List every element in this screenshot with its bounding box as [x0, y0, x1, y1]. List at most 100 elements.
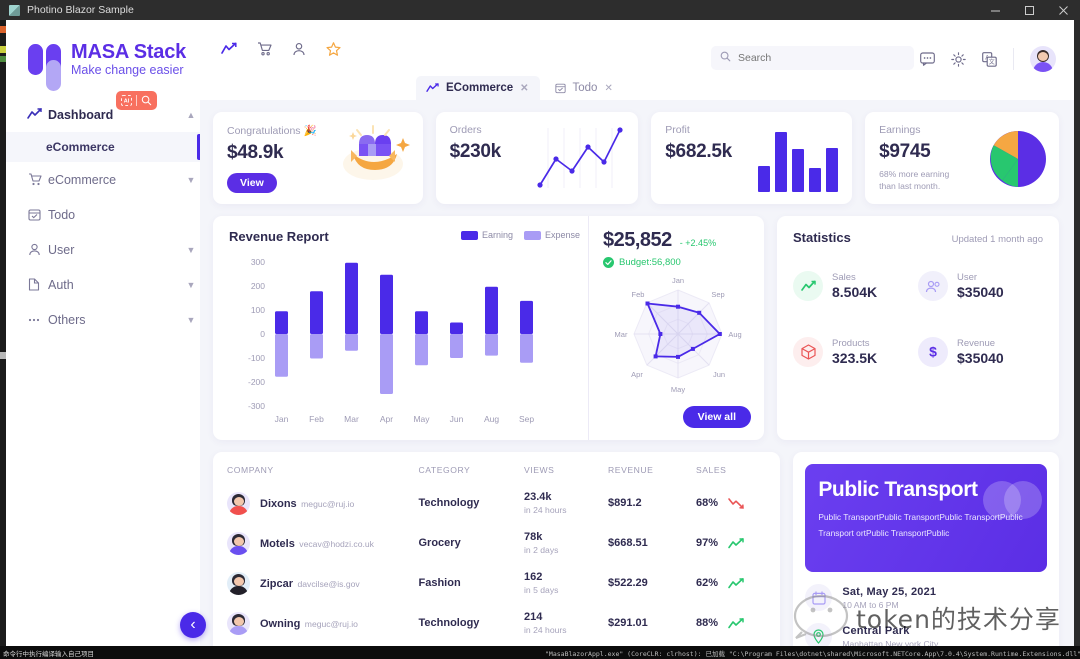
stat-key: Products	[832, 338, 870, 349]
sidebar: MASA Stack Make change easier Dashboard …	[6, 20, 200, 646]
topbar: A文 ECommerce ✕ Todo ✕	[200, 20, 1074, 100]
window-titlebar: Photino Blazor Sample	[0, 0, 1080, 20]
tab-close-icon[interactable]: ✕	[604, 83, 612, 94]
tab-close-icon[interactable]: ✕	[520, 83, 528, 94]
revenue-cell: $891.2	[608, 497, 642, 509]
brand-logo[interactable]: MASA Stack Make change easier	[6, 20, 200, 92]
revenue-cell: $668.51	[608, 537, 648, 549]
box-icon	[793, 337, 823, 367]
svg-text:Aug: Aug	[484, 414, 499, 424]
tab-label: Todo	[572, 82, 598, 94]
window-minimize-button[interactable]	[978, 0, 1012, 20]
sidebar-item-others[interactable]: Others ▼	[6, 302, 200, 337]
sidebar-item-ecommerce[interactable]: eCommerce ▼	[6, 162, 200, 197]
avatar	[227, 571, 250, 595]
promo-place: Central Park	[842, 624, 910, 637]
trend-up-icon	[728, 577, 744, 588]
kpi-card-profit: Profit $682.5k	[651, 112, 853, 204]
chevron-down-icon[interactable]: ▼	[182, 245, 200, 255]
kpi-card-earnings: Earnings $9745 68% more earning than las…	[865, 112, 1059, 204]
trending-up-icon	[426, 83, 439, 92]
app-frame: MASA Stack Make change easier Dashboard …	[6, 20, 1074, 646]
stat-item-products: Products 323.5K	[793, 337, 918, 367]
avatar	[227, 491, 250, 515]
chevron-up-icon[interactable]: ▲	[182, 110, 200, 120]
category-cell: Fashion	[418, 577, 461, 589]
stat-item-sales: Sales 8.504K	[793, 271, 918, 301]
translate-icon[interactable]: A文	[982, 51, 997, 67]
sidebar-item-dashboard[interactable]: Dashboard ▲ AI	[6, 91, 200, 132]
view-all-button[interactable]: View all	[682, 406, 751, 428]
tab-label: ECommerce	[446, 82, 514, 94]
quick-user-icon[interactable]	[292, 42, 306, 56]
table-row[interactable]: Motels vecav@hodzi.co.uk Grocery 78k in 2…	[227, 523, 766, 563]
sidebar-item-label: Others	[48, 312, 86, 327]
svg-text:Jun: Jun	[450, 414, 464, 424]
promo-date: Sat, May 25, 2021	[842, 585, 937, 598]
sidebar-item-label: Auth	[48, 277, 74, 292]
table-row[interactable]: Dixons meguc@ruj.io Technology 23.4k in 2…	[227, 483, 766, 523]
sidebar-item-label: eCommerce	[48, 172, 117, 187]
column-sales: SALES	[695, 465, 727, 475]
revenue-radar-chart: Jan Sep Aug Jun May Apr Mar Feb	[615, 276, 742, 394]
stat-value: 323.5K	[832, 350, 878, 366]
gear-icon[interactable]	[951, 51, 966, 67]
console-right-text: "MasaBlazorAppl.exe" (CoreCLR: clrhost):…	[545, 649, 1080, 658]
calendar-icon	[805, 584, 833, 611]
svg-text:-300: -300	[248, 401, 265, 411]
revenue-summary-value: $25,852	[603, 229, 672, 251]
masa-logo-icon	[28, 44, 62, 92]
promo-time: 10 AM to 6 PM	[842, 599, 899, 610]
sidebar-item-auth[interactable]: Auth ▼	[6, 267, 200, 302]
avatar[interactable]	[1030, 46, 1056, 72]
column-views: VIEWS	[524, 465, 555, 475]
quick-cart-icon[interactable]	[257, 42, 272, 56]
tab-ecommerce[interactable]: ECommerce ✕	[416, 76, 540, 100]
chevron-down-icon[interactable]: ▼	[182, 175, 200, 185]
window-maximize-button[interactable]	[1012, 0, 1046, 20]
ai-search-badge[interactable]: AI	[116, 91, 157, 111]
kpi-card-congratulations: Congratulations 🎉 $48.9k View	[213, 112, 423, 204]
stat-key: User	[957, 272, 978, 283]
sidebar-item-user[interactable]: User ▼	[6, 232, 200, 267]
chevron-down-icon[interactable]: ▼	[182, 280, 200, 290]
sidebar-item-todo[interactable]: Todo	[6, 197, 200, 232]
tab-todo[interactable]: Todo ✕	[544, 76, 624, 100]
location-pin-icon	[805, 623, 833, 646]
quick-trending-up-icon[interactable]	[221, 42, 237, 55]
svg-text:Mar: Mar	[615, 330, 628, 339]
table-row[interactable]: Zipcar davcilse@is.gov Fashion 162 in 5 d…	[227, 563, 766, 603]
promo-place-row: Central Park Manhattan,New york City	[805, 623, 1047, 646]
legend-expense: Expense	[523, 230, 580, 241]
chat-icon[interactable]	[920, 52, 935, 66]
window-close-button[interactable]	[1046, 0, 1080, 20]
statistics-grid: Sales 8.504K User $35040 Products 323.5K…	[793, 271, 1043, 403]
orders-line-chart	[537, 127, 623, 188]
search-input[interactable]	[738, 52, 905, 64]
sidebar-subitem-ecommerce[interactable]: eCommerce	[6, 132, 200, 163]
chevron-down-icon[interactable]: ▼	[182, 315, 200, 325]
svg-text:Jan: Jan	[275, 414, 289, 424]
stat-key: Revenue	[957, 338, 996, 349]
sales-cell: 88%	[696, 617, 766, 629]
svg-text:200: 200	[251, 281, 265, 291]
console-output-bar: 命令行中执行编译输入自己项目 "MasaBlazorAppl.exe" (Cor…	[0, 646, 1080, 659]
stat-item-user: User $35040	[918, 271, 1043, 301]
sidebar-collapse-button[interactable]: ‹	[180, 612, 206, 638]
search-box[interactable]	[711, 46, 914, 70]
company-email: meguc@ruj.io	[301, 499, 355, 509]
brand-title: MASA Stack	[71, 41, 187, 63]
avatar	[227, 531, 250, 555]
user-icon	[28, 243, 48, 256]
statistics-card: Statistics Updated 1 month ago Sales 8.5…	[777, 216, 1059, 440]
quick-star-icon[interactable]	[326, 42, 341, 56]
app-icon	[9, 4, 20, 16]
company-name: Dixons	[260, 498, 297, 510]
company-email: davcilse@is.gov	[297, 579, 360, 589]
kpi-card-orders: Orders $230k	[435, 112, 639, 204]
view-button[interactable]: View	[227, 173, 277, 193]
console-left-text: 命令行中执行编译输入自己项目	[3, 649, 94, 658]
company-name: Zipcar	[260, 578, 294, 590]
table-row[interactable]: Owning meguc@ruj.io Technology 214 in 24 …	[227, 603, 766, 643]
svg-text:0: 0	[260, 329, 265, 339]
